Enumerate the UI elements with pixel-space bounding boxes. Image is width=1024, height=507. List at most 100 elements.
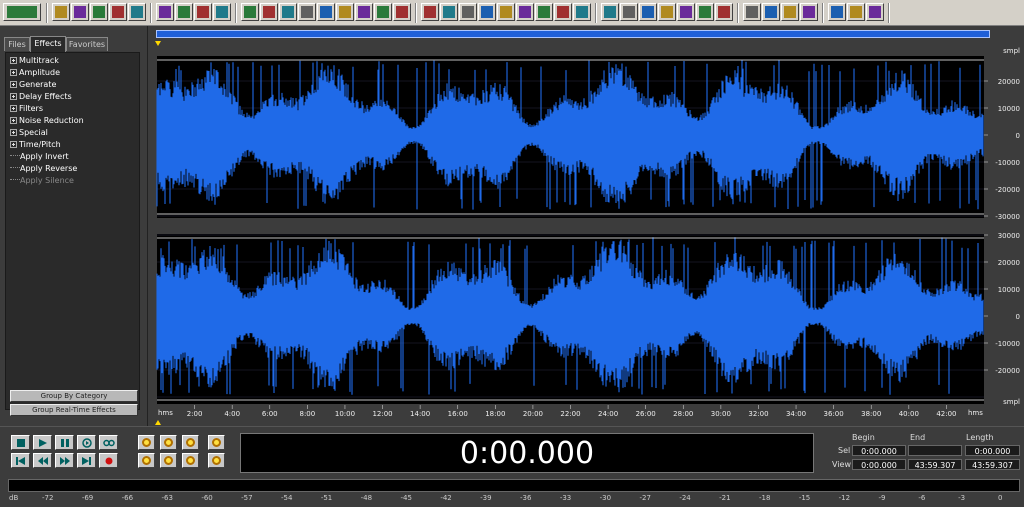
close-file-button[interactable] [128, 3, 146, 21]
undo-button[interactable] [260, 3, 278, 21]
pitch-button[interactable] [554, 3, 572, 21]
expand-icon[interactable] [10, 93, 17, 100]
save-as-button[interactable] [109, 3, 127, 21]
expand-icon[interactable] [10, 81, 17, 88]
record-button[interactable] [99, 453, 118, 468]
zoom-to-left-button[interactable] [138, 453, 155, 468]
expand-icon[interactable] [10, 105, 17, 112]
go-to-end-button[interactable] [77, 453, 96, 468]
waveform-canvas[interactable]: smpl smpl 20000 10000 0 -10000 -20000 -30000 300… [152, 26, 1024, 426]
rewind-button[interactable] [33, 453, 52, 468]
about-button[interactable] [847, 3, 865, 21]
tree-item-multitrack[interactable]: Multitrack [10, 55, 59, 67]
tab-files[interactable]: Files [4, 37, 30, 51]
go-to-start-button[interactable] [11, 453, 30, 468]
region-button[interactable] [374, 3, 392, 21]
view-length-field[interactable]: 43:59.307 [965, 459, 1020, 470]
tree-item-filters[interactable]: Filters [10, 103, 43, 115]
tree-item-amplitude[interactable]: Amplitude [10, 67, 60, 79]
zoom-in-horizontal-button[interactable] [138, 435, 155, 450]
open-file-button[interactable] [71, 3, 89, 21]
zoom-full-button[interactable] [182, 435, 199, 450]
time-tick-label: 6:00 [262, 410, 278, 418]
envelope-button[interactable] [336, 3, 354, 21]
fast-forward-button[interactable] [55, 453, 74, 468]
stats-button[interactable] [696, 3, 714, 21]
group-realtime-effects-button[interactable]: Group Real-Time Effects [10, 404, 138, 416]
phase-button[interactable] [677, 3, 695, 21]
new-file-button[interactable] [52, 3, 70, 21]
favorite-icon [869, 6, 881, 18]
save-file-button[interactable] [90, 3, 108, 21]
fx-window-button[interactable] [3, 3, 41, 21]
snap-button[interactable] [393, 3, 411, 21]
expand-icon[interactable] [10, 57, 17, 64]
expand-icon[interactable] [10, 129, 17, 136]
meter-tick-label: -39 [480, 494, 492, 502]
tree-item-generate[interactable]: Generate [10, 79, 56, 91]
graphic-eq-button[interactable] [421, 3, 439, 21]
amplify-button[interactable] [440, 3, 458, 21]
effects-tree: Multitrack Amplitude Generate Delay Effects… [5, 52, 140, 410]
edit-wave-button[interactable] [156, 3, 174, 21]
reverb-button[interactable] [535, 3, 553, 21]
play-to-end-button[interactable] [77, 435, 96, 450]
tempo-button[interactable] [573, 3, 591, 21]
stop-button[interactable] [11, 435, 30, 450]
edit-multitrack-button[interactable] [175, 3, 193, 21]
favorite-button[interactable] [866, 3, 884, 21]
meter-tick-label: -57 [241, 494, 253, 502]
pause-button[interactable] [55, 435, 74, 450]
trim-button[interactable] [279, 3, 297, 21]
play-button[interactable] [33, 435, 52, 450]
tree-item-apply-reverse[interactable]: Apply Reverse [10, 163, 77, 175]
tree-item-delay-effects[interactable]: Delay Effects [10, 91, 72, 103]
analyze-button[interactable] [639, 3, 657, 21]
time-tick-label: 20:00 [523, 410, 543, 418]
cue-button[interactable] [298, 3, 316, 21]
view-end-field[interactable]: 43:59.307 [908, 459, 962, 470]
edit-cd-button[interactable] [194, 3, 212, 21]
sel-length-field[interactable]: 0:00.000 [965, 445, 1020, 456]
tab-effects[interactable]: Effects [30, 36, 66, 52]
sel-begin-field[interactable]: 0:00.000 [852, 445, 906, 456]
sel-end-field[interactable] [908, 445, 962, 456]
zoom-to-right-button[interactable] [160, 453, 177, 468]
tab-favorites[interactable]: Favorites [66, 37, 108, 51]
batch-icon [765, 6, 777, 18]
loop-button[interactable] [99, 435, 118, 450]
loop-button[interactable] [317, 3, 335, 21]
zoom-out-vertical-button[interactable] [208, 453, 225, 468]
filter-button[interactable] [497, 3, 515, 21]
normalize-button[interactable] [478, 3, 496, 21]
view-cd-button[interactable] [213, 3, 231, 21]
zoom-out-horizontal-button[interactable] [160, 435, 177, 450]
waveform-display[interactable]: smpl smpl 20000 10000 0 -10000 -20000 -30000 300… [152, 26, 1024, 426]
tree-item-special[interactable]: Special [10, 127, 48, 139]
noise-button[interactable] [516, 3, 534, 21]
marker-button[interactable] [355, 3, 373, 21]
info-button[interactable] [715, 3, 733, 21]
help-button[interactable] [828, 3, 846, 21]
tree-item-noise-reduction[interactable]: Noise Reduction [10, 115, 84, 127]
batch-button[interactable] [762, 3, 780, 21]
expand-icon[interactable] [10, 117, 17, 124]
mix-button[interactable] [241, 3, 259, 21]
scripts-button[interactable] [781, 3, 799, 21]
tree-item-apply-silence[interactable]: Apply Silence [10, 175, 74, 187]
expand-icon[interactable] [10, 141, 17, 148]
tree-item-time-pitch[interactable]: Time/Pitch [10, 139, 61, 151]
zoom-selection-button[interactable] [182, 453, 199, 468]
view-begin-field[interactable]: 0:00.000 [852, 459, 906, 470]
view-cd-icon [216, 6, 228, 18]
tree-item-apply-invert[interactable]: Apply Invert [10, 151, 69, 163]
fade-button[interactable] [459, 3, 477, 21]
spectrum-button[interactable] [620, 3, 638, 21]
spectral-view-button[interactable] [601, 3, 619, 21]
group-by-category-button[interactable]: Group By Category [10, 390, 138, 402]
expand-icon[interactable] [10, 69, 17, 76]
settings-button[interactable] [743, 3, 761, 21]
frequency-button[interactable] [658, 3, 676, 21]
zoom-in-vertical-button[interactable] [208, 435, 225, 450]
midi-button[interactable] [800, 3, 818, 21]
